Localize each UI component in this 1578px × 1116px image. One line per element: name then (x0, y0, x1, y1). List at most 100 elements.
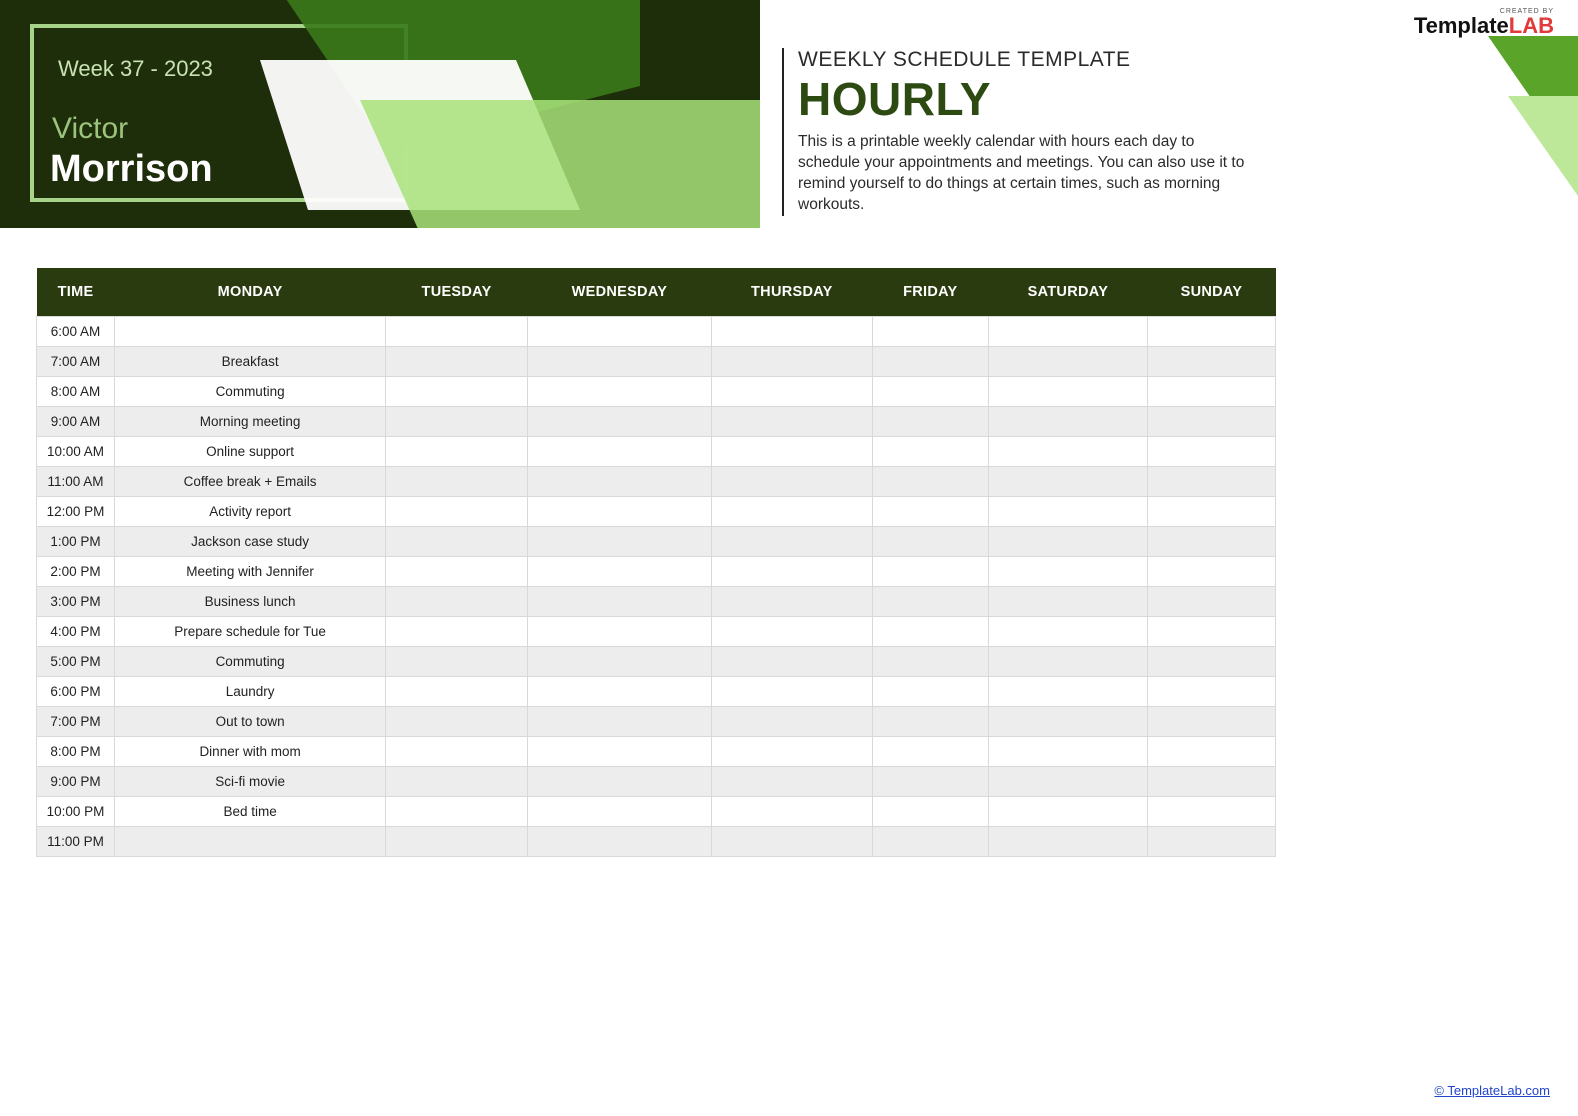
schedule-cell[interactable] (1147, 467, 1275, 497)
schedule-cell[interactable]: Breakfast (115, 347, 386, 377)
schedule-cell[interactable] (386, 347, 528, 377)
schedule-cell[interactable] (872, 347, 988, 377)
schedule-cell[interactable] (1147, 617, 1275, 647)
schedule-cell[interactable] (527, 647, 711, 677)
schedule-cell[interactable] (872, 707, 988, 737)
schedule-cell[interactable]: Commuting (115, 377, 386, 407)
schedule-cell[interactable] (386, 647, 528, 677)
schedule-cell[interactable] (386, 407, 528, 437)
schedule-cell[interactable] (988, 707, 1147, 737)
schedule-cell[interactable] (386, 677, 528, 707)
schedule-cell[interactable]: Out to town (115, 707, 386, 737)
schedule-cell[interactable] (711, 587, 872, 617)
schedule-cell[interactable] (1147, 407, 1275, 437)
schedule-cell[interactable] (1147, 377, 1275, 407)
schedule-cell[interactable] (1147, 707, 1275, 737)
schedule-cell[interactable] (386, 587, 528, 617)
schedule-cell[interactable] (711, 767, 872, 797)
schedule-cell[interactable] (527, 347, 711, 377)
schedule-cell[interactable] (872, 677, 988, 707)
schedule-cell[interactable] (872, 767, 988, 797)
schedule-cell[interactable] (711, 377, 872, 407)
schedule-cell[interactable] (988, 587, 1147, 617)
schedule-cell[interactable] (872, 557, 988, 587)
schedule-cell[interactable] (1147, 317, 1275, 347)
schedule-cell[interactable]: Morning meeting (115, 407, 386, 437)
schedule-cell[interactable] (711, 467, 872, 497)
schedule-cell[interactable] (1147, 587, 1275, 617)
schedule-cell[interactable] (988, 347, 1147, 377)
schedule-cell[interactable] (711, 677, 872, 707)
schedule-cell[interactable]: Meeting with Jennifer (115, 557, 386, 587)
schedule-cell[interactable] (711, 437, 872, 467)
schedule-cell[interactable]: Coffee break + Emails (115, 467, 386, 497)
schedule-cell[interactable] (711, 737, 872, 767)
schedule-cell[interactable] (872, 317, 988, 347)
schedule-cell[interactable] (711, 557, 872, 587)
schedule-cell[interactable]: Dinner with mom (115, 737, 386, 767)
schedule-cell[interactable]: Commuting (115, 647, 386, 677)
schedule-cell[interactable] (386, 527, 528, 557)
schedule-cell[interactable] (988, 467, 1147, 497)
schedule-cell[interactable] (988, 317, 1147, 347)
schedule-cell[interactable]: Bed time (115, 797, 386, 827)
schedule-cell[interactable]: Business lunch (115, 587, 386, 617)
schedule-cell[interactable] (115, 827, 386, 857)
schedule-cell[interactable] (872, 827, 988, 857)
schedule-cell[interactable] (1147, 527, 1275, 557)
schedule-cell[interactable] (115, 317, 386, 347)
schedule-cell[interactable] (711, 797, 872, 827)
schedule-cell[interactable] (386, 827, 528, 857)
schedule-cell[interactable] (527, 677, 711, 707)
schedule-cell[interactable] (527, 767, 711, 797)
schedule-cell[interactable] (386, 497, 528, 527)
schedule-cell[interactable] (1147, 797, 1275, 827)
schedule-cell[interactable] (872, 617, 988, 647)
schedule-cell[interactable] (711, 647, 872, 677)
schedule-cell[interactable] (386, 767, 528, 797)
schedule-cell[interactable] (527, 557, 711, 587)
schedule-cell[interactable] (527, 737, 711, 767)
schedule-cell[interactable] (872, 797, 988, 827)
schedule-cell[interactable] (386, 377, 528, 407)
schedule-cell[interactable] (872, 407, 988, 437)
schedule-cell[interactable] (1147, 437, 1275, 467)
schedule-cell[interactable] (386, 707, 528, 737)
schedule-cell[interactable] (527, 827, 711, 857)
footer-link[interactable]: © TemplateLab.com (1434, 1083, 1550, 1098)
schedule-cell[interactable] (1147, 767, 1275, 797)
schedule-cell[interactable] (988, 557, 1147, 587)
schedule-cell[interactable] (988, 797, 1147, 827)
schedule-cell[interactable] (1147, 347, 1275, 377)
schedule-cell[interactable] (988, 407, 1147, 437)
schedule-cell[interactable] (527, 407, 711, 437)
schedule-cell[interactable]: Prepare schedule for Tue (115, 617, 386, 647)
schedule-cell[interactable] (1147, 647, 1275, 677)
schedule-cell[interactable] (988, 437, 1147, 467)
schedule-cell[interactable] (386, 797, 528, 827)
schedule-cell[interactable] (386, 617, 528, 647)
schedule-cell[interactable] (988, 497, 1147, 527)
schedule-cell[interactable] (527, 317, 711, 347)
schedule-cell[interactable] (527, 617, 711, 647)
schedule-cell[interactable] (872, 527, 988, 557)
schedule-cell[interactable] (386, 737, 528, 767)
schedule-cell[interactable]: Jackson case study (115, 527, 386, 557)
schedule-cell[interactable] (527, 707, 711, 737)
schedule-cell[interactable] (527, 497, 711, 527)
schedule-cell[interactable] (527, 527, 711, 557)
schedule-cell[interactable] (872, 497, 988, 527)
schedule-cell[interactable] (527, 467, 711, 497)
schedule-cell[interactable] (711, 407, 872, 437)
schedule-cell[interactable] (872, 467, 988, 497)
schedule-cell[interactable] (1147, 677, 1275, 707)
schedule-cell[interactable] (527, 587, 711, 617)
schedule-cell[interactable] (711, 347, 872, 377)
schedule-cell[interactable] (1147, 737, 1275, 767)
schedule-cell[interactable]: Sci-fi movie (115, 767, 386, 797)
schedule-cell[interactable] (711, 317, 872, 347)
schedule-cell[interactable] (988, 647, 1147, 677)
schedule-cell[interactable] (988, 677, 1147, 707)
schedule-cell[interactable] (386, 437, 528, 467)
schedule-cell[interactable] (988, 377, 1147, 407)
